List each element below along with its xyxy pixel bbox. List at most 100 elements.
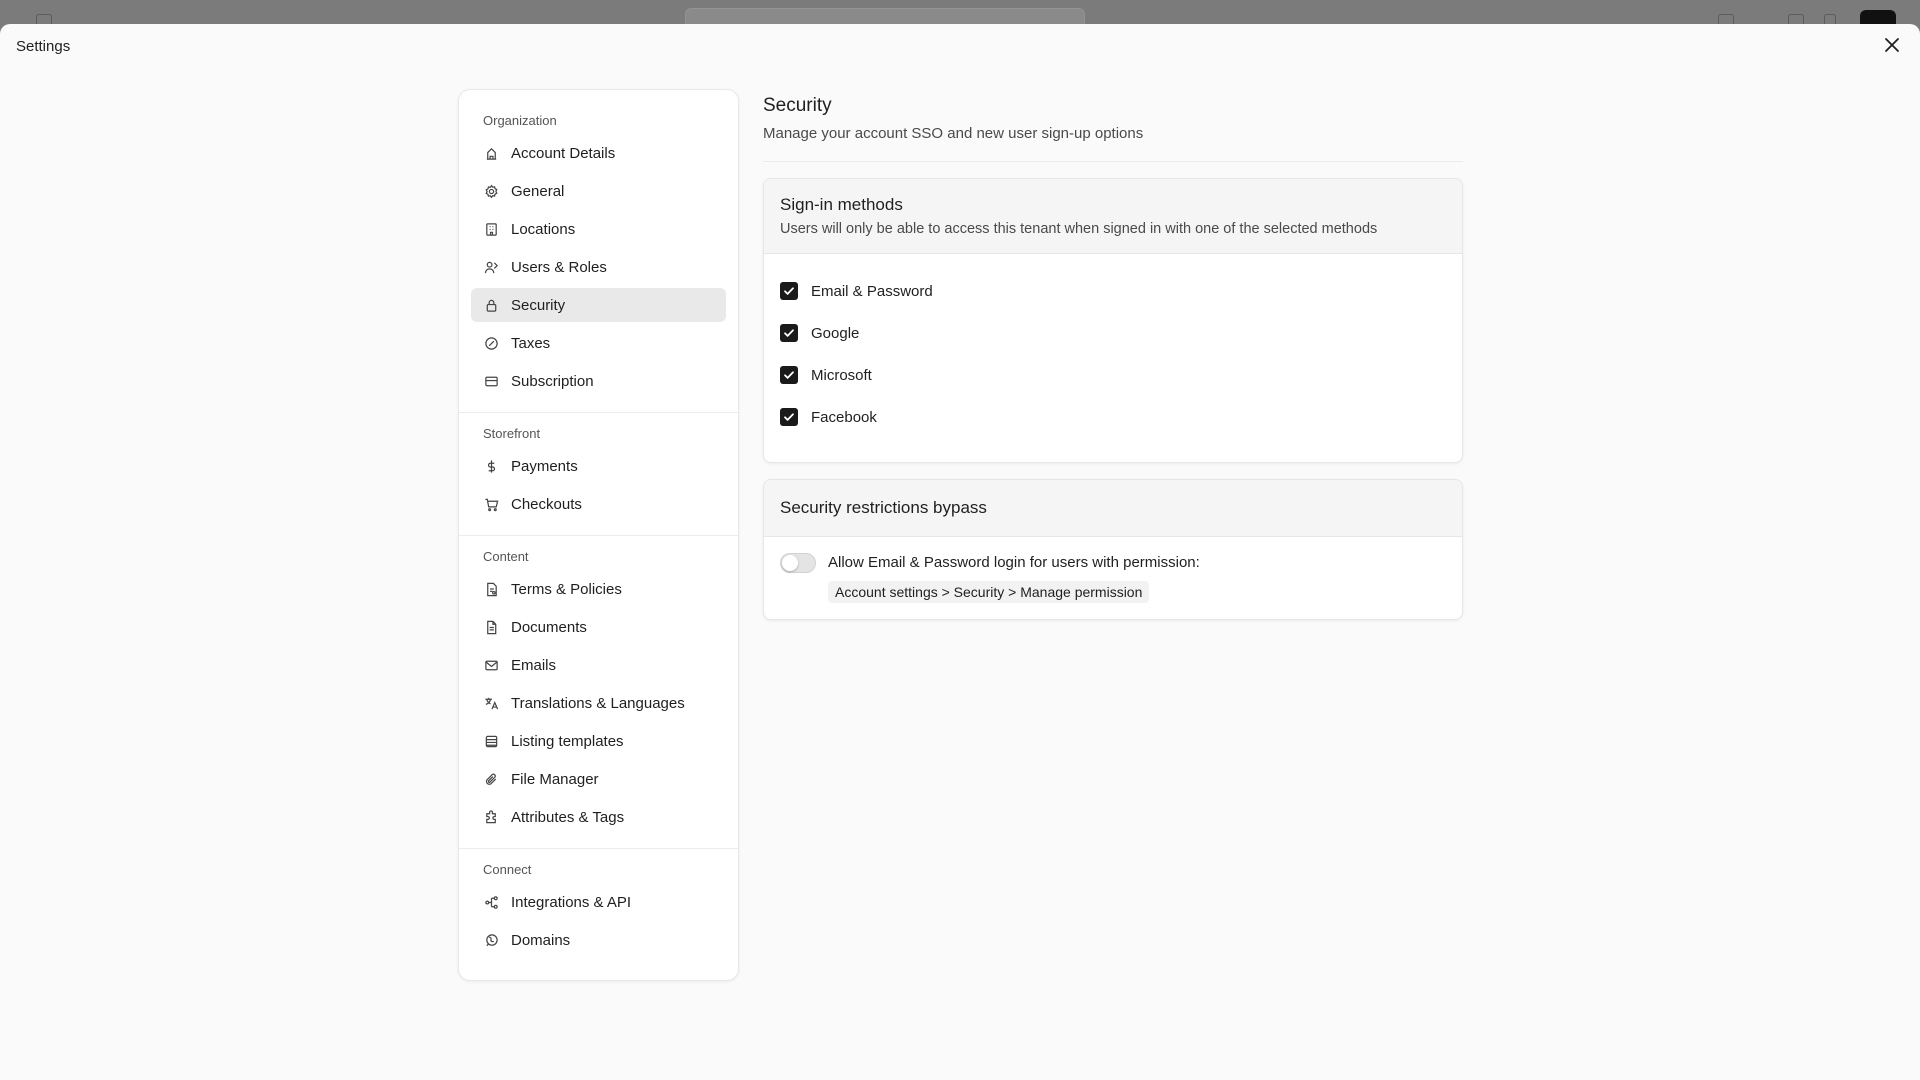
background-toolbar-icon: [1824, 14, 1836, 24]
google-checkbox[interactable]: [780, 324, 798, 342]
building-icon: [483, 145, 499, 161]
cart-icon: [483, 496, 499, 512]
document-icon: [483, 619, 499, 635]
checkmark-icon: [784, 287, 794, 295]
settings-modal: Settings Organization Account Details Ge…: [0, 24, 1920, 1080]
sidebar-item-general[interactable]: General: [471, 174, 726, 208]
sidebar-item-users-roles[interactable]: Users & Roles: [471, 250, 726, 284]
card-description: Users will only be able to access this t…: [780, 221, 1378, 237]
page-subtitle: Manage your account SSO and new user sig…: [763, 125, 1144, 142]
lock-icon: [483, 297, 499, 313]
sidebar-item-label: Documents: [511, 618, 587, 636]
sidebar-section-storefront: Storefront Payments Checkouts: [459, 413, 738, 536]
users-icon: [483, 259, 499, 275]
security-bypass-card: Security restrictions bypass Allow Email…: [763, 479, 1463, 620]
card-header: Security restrictions bypass: [764, 480, 1462, 537]
sidebar-item-label: Payments: [511, 457, 578, 475]
facebook-checkbox[interactable]: [780, 408, 798, 426]
checkbox-label: Email & Password: [811, 282, 933, 300]
sidebar-item-label: Subscription: [511, 372, 594, 390]
sidebar-item-label: Account Details: [511, 144, 616, 162]
globe-icon: [483, 932, 499, 948]
sidebar-section-connect: Connect Integrations & API Domains: [459, 849, 738, 971]
security-settings-panel: Security Manage your account SSO and new…: [763, 89, 1463, 620]
sign-in-method-email-password: Email & Password: [780, 280, 1446, 302]
sidebar-item-emails[interactable]: Emails: [471, 648, 726, 682]
bypass-description: Allow Email & Password login for users w…: [828, 554, 1200, 571]
sign-in-method-google: Google: [780, 322, 1446, 344]
sidebar-item-label: File Manager: [511, 770, 599, 788]
sidebar-item-label: Domains: [511, 931, 571, 949]
sidebar-item-terms-policies[interactable]: Terms & Policies: [471, 572, 726, 606]
sidebar-item-subscription[interactable]: Subscription: [471, 364, 726, 398]
checkbox-label: Google: [811, 324, 860, 342]
office-building-icon: [483, 221, 499, 237]
sidebar-section-content: Content Terms & Policies Documents Email…: [459, 536, 738, 849]
settings-sidebar: Organization Account Details General Loc…: [458, 89, 739, 981]
checkmark-icon: [784, 371, 794, 379]
card-title: Sign-in methods: [780, 195, 903, 214]
sign-in-methods-list: Email & Password Google Microsoft Facebo…: [764, 254, 1462, 462]
sidebar-item-payments[interactable]: Payments: [471, 449, 726, 483]
sidebar-item-documents[interactable]: Documents: [471, 610, 726, 644]
modal-title: Settings: [16, 38, 71, 55]
toggle-knob: [782, 555, 798, 571]
sidebar-section-organization: Organization Account Details General Loc…: [459, 100, 738, 413]
page-title: Security: [763, 95, 832, 116]
sidebar-item-security[interactable]: Security: [471, 288, 726, 322]
sidebar-item-account-details[interactable]: Account Details: [471, 136, 726, 170]
credit-card-icon: [483, 373, 499, 389]
checkmark-icon: [784, 329, 794, 337]
bypass-setting-row: Allow Email & Password login for users w…: [764, 537, 1462, 619]
sidebar-item-label: Terms & Policies: [511, 580, 622, 598]
checkbox-label: Facebook: [811, 408, 877, 426]
dollar-icon: [483, 458, 499, 474]
sidebar-toggle-icon: [36, 14, 52, 24]
sidebar-item-label: Users & Roles: [511, 258, 607, 276]
gear-icon: [483, 183, 499, 199]
divider: [763, 161, 1463, 162]
sign-in-method-facebook: Facebook: [780, 406, 1446, 428]
sidebar-item-label: Security: [511, 296, 566, 314]
sidebar-item-label: Locations: [511, 220, 576, 238]
sidebar-item-checkouts[interactable]: Checkouts: [471, 487, 726, 521]
sign-in-method-microsoft: Microsoft: [780, 364, 1446, 386]
bypass-toggle[interactable]: [780, 553, 816, 573]
background-toolbar-icon: [1788, 14, 1804, 24]
background-toolbar-icon: [1718, 14, 1734, 24]
sidebar-item-file-manager[interactable]: File Manager: [471, 762, 726, 796]
sidebar-item-label: General: [511, 182, 565, 200]
sidebar-item-label: Listing templates: [511, 732, 624, 750]
translate-icon: [483, 695, 499, 711]
sidebar-item-label: Taxes: [511, 334, 551, 352]
sidebar-section-title: Storefront: [483, 426, 541, 441]
checkmark-icon: [784, 413, 794, 421]
sidebar-item-attributes-tags[interactable]: Attributes & Tags: [471, 800, 726, 834]
sidebar-section-title: Content: [483, 549, 529, 564]
sidebar-section-title: Organization: [483, 113, 557, 128]
card-title: Security restrictions bypass: [780, 498, 987, 517]
integration-icon: [483, 894, 499, 910]
card-header: Sign-in methods Users will only be able …: [764, 179, 1462, 254]
puzzle-icon: [483, 809, 499, 825]
microsoft-checkbox[interactable]: [780, 366, 798, 384]
background-avatar: [1860, 10, 1896, 24]
sidebar-item-domains[interactable]: Domains: [471, 923, 726, 957]
paperclip-icon: [483, 771, 499, 787]
sidebar-item-listing-templates[interactable]: Listing templates: [471, 724, 726, 758]
checkbox-label: Microsoft: [811, 366, 872, 384]
sidebar-item-taxes[interactable]: Taxes: [471, 326, 726, 360]
sidebar-item-label: Emails: [511, 656, 557, 674]
sidebar-item-label: Checkouts: [511, 495, 582, 513]
sidebar-item-label: Attributes & Tags: [511, 808, 625, 826]
background-app-header: [0, 0, 1920, 36]
sidebar-item-translations-languages[interactable]: Translations & Languages: [471, 686, 726, 720]
mail-icon: [483, 657, 499, 673]
percent-badge-icon: [483, 335, 499, 351]
email-password-checkbox[interactable]: [780, 282, 798, 300]
sidebar-item-locations[interactable]: Locations: [471, 212, 726, 246]
policy-document-icon: [483, 581, 499, 597]
sidebar-item-label: Translations & Languages: [511, 694, 685, 712]
sidebar-item-integrations-api[interactable]: Integrations & API: [471, 885, 726, 919]
close-button[interactable]: [1880, 33, 1904, 57]
